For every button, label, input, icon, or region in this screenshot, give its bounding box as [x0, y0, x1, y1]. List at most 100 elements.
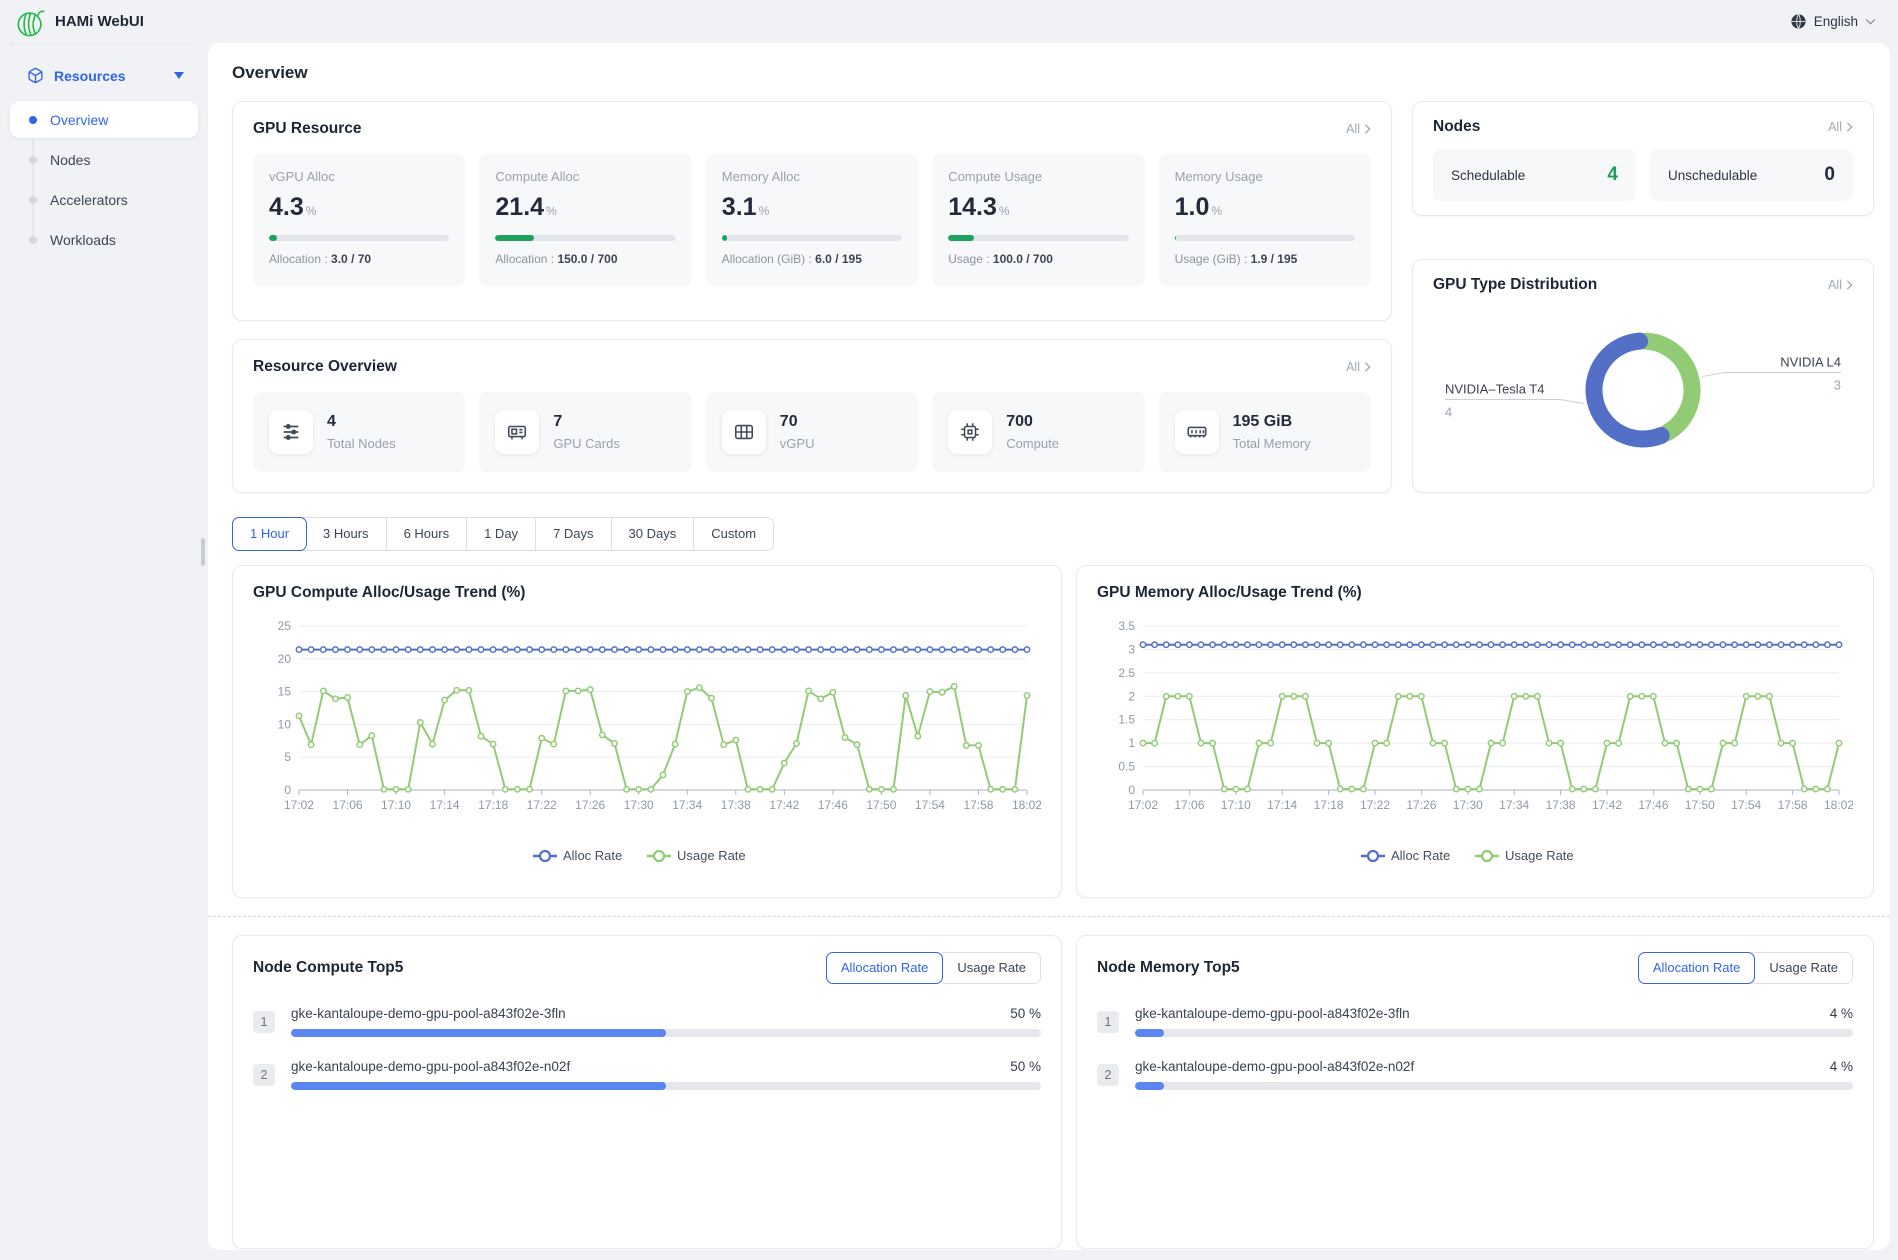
metric-progress — [948, 235, 1128, 241]
svg-text:4: 4 — [1445, 404, 1452, 419]
chevron-right-icon — [1364, 362, 1371, 372]
nodes-title: Nodes — [1433, 118, 1480, 136]
node-name: gke-kantaloupe-demo-gpu-pool-a843f02e-n0… — [291, 1059, 570, 1074]
svg-text:20: 20 — [278, 652, 292, 666]
compute-top5-toggle: Allocation Rate Usage Rate — [826, 952, 1041, 984]
svg-text:17:54: 17:54 — [1731, 798, 1761, 812]
top5-row: 2 gke-kantaloupe-demo-gpu-pool-a843f02e-… — [253, 1059, 1041, 1090]
compute-chip-icon — [948, 410, 992, 454]
gpu-resource-card: GPU Resource All vGPU Alloc 4.3% Allocat… — [232, 101, 1392, 321]
resource-overview-all-link[interactable]: All — [1346, 360, 1371, 374]
chevron-right-icon — [1364, 124, 1371, 134]
svg-text:17:34: 17:34 — [672, 798, 702, 812]
node-name: gke-kantaloupe-demo-gpu-pool-a843f02e-3f… — [291, 1006, 566, 1021]
tab-6-hours[interactable]: 6 Hours — [387, 518, 468, 550]
node-name: gke-kantaloupe-demo-gpu-pool-a843f02e-3f… — [1135, 1006, 1410, 1021]
rank-badge: 2 — [253, 1064, 275, 1086]
gpu-resource-all-link[interactable]: All — [1346, 122, 1371, 136]
sidebar-section-label: Resources — [54, 68, 126, 84]
nodes-all-link[interactable]: All — [1828, 120, 1853, 134]
sidebar-collapse-handle[interactable] — [201, 538, 205, 566]
box-icon — [27, 67, 44, 84]
svg-text:3: 3 — [1834, 378, 1841, 393]
gpu-cards-icon — [495, 410, 539, 454]
gpu-type-all-link[interactable]: All — [1828, 278, 1853, 292]
svg-text:17:58: 17:58 — [963, 798, 993, 812]
metric-footer: Allocation (GiB) : 6.0 / 195 — [722, 252, 902, 266]
svg-text:17:10: 17:10 — [381, 798, 411, 812]
section-divider — [208, 916, 1890, 917]
svg-text:15: 15 — [278, 685, 292, 699]
svg-text:1.5: 1.5 — [1118, 713, 1135, 727]
metric-value: 1.0% — [1175, 193, 1355, 222]
memory-allocation-rate-button[interactable]: Allocation Rate — [1638, 952, 1755, 984]
svg-text:2: 2 — [1128, 689, 1135, 703]
sidebar-item-accelerators[interactable]: Accelerators — [10, 181, 198, 218]
node-compute-top5-card: Node Compute Top5 Allocation Rate Usage … — [232, 935, 1062, 1249]
tab-7-days[interactable]: 7 Days — [536, 518, 611, 550]
metric-compute-alloc: Compute Alloc 21.4% Allocation : 150.0 /… — [479, 154, 691, 286]
compute-allocation-rate-button[interactable]: Allocation Rate — [826, 952, 943, 984]
node-value: 50 % — [1010, 1006, 1041, 1021]
svg-text:17:42: 17:42 — [1592, 798, 1622, 812]
svg-text:NVIDIA–Tesla T4: NVIDIA–Tesla T4 — [1445, 381, 1544, 396]
sidebar-item-nodes[interactable]: Nodes — [10, 141, 198, 178]
page-title: Overview — [232, 63, 1874, 83]
unschedulable-tile: Unschedulable 0 — [1650, 149, 1853, 201]
gpu-type-donut-chart: NVIDIA L43NVIDIA–Tesla T44 — [1433, 298, 1853, 475]
svg-text:17:10: 17:10 — [1221, 798, 1251, 812]
svg-text:3: 3 — [1128, 642, 1135, 656]
memory-trend-title: GPU Memory Alloc/Usage Trend (%) — [1097, 584, 1362, 601]
svg-text:0: 0 — [284, 783, 291, 797]
stat-label: Total Nodes — [327, 436, 396, 451]
svg-text:17:18: 17:18 — [1314, 798, 1344, 812]
svg-text:17:38: 17:38 — [721, 798, 751, 812]
svg-text:17:50: 17:50 — [1685, 798, 1715, 812]
tab-3-hours[interactable]: 3 Hours — [306, 518, 387, 550]
sidebar-section-resources[interactable]: Resources — [0, 53, 208, 98]
tab-custom[interactable]: Custom — [694, 518, 773, 550]
memory-top5-title: Node Memory Top5 — [1097, 959, 1240, 977]
gpu-type-distribution-card: GPU Type Distribution All NVIDIA L43NVID… — [1412, 259, 1874, 493]
svg-text:0.5: 0.5 — [1118, 760, 1135, 774]
compute-usage-rate-button[interactable]: Usage Rate — [943, 952, 1041, 984]
svg-text:17:02: 17:02 — [1128, 798, 1158, 812]
metric-vgpu-alloc: vGPU Alloc 4.3% Allocation : 3.0 / 70 — [253, 154, 465, 286]
total-memory-icon — [1175, 410, 1219, 454]
memory-usage-rate-button[interactable]: Usage Rate — [1755, 952, 1853, 984]
unschedulable-value: 0 — [1824, 164, 1835, 186]
svg-text:17:06: 17:06 — [333, 798, 363, 812]
globe-icon — [1790, 13, 1807, 30]
chevron-right-icon — [1846, 280, 1853, 290]
language-selector[interactable]: English — [1790, 13, 1876, 30]
stat-label: vGPU — [780, 436, 815, 451]
stat-label: Total Memory — [1233, 436, 1311, 451]
schedulable-tile: Schedulable 4 — [1433, 149, 1636, 201]
metric-footer: Usage : 100.0 / 700 — [948, 252, 1128, 266]
svg-text:17:14: 17:14 — [430, 798, 460, 812]
stat-vgpu: 70 vGPU — [706, 392, 918, 472]
sidebar-item-workloads[interactable]: Workloads — [10, 221, 198, 258]
sidebar-item-overview[interactable]: Overview — [10, 101, 198, 138]
node-name: gke-kantaloupe-demo-gpu-pool-a843f02e-n0… — [1135, 1059, 1414, 1074]
bullet-dot-icon — [29, 156, 37, 164]
bullet-dot-icon — [29, 236, 37, 244]
bullet-dot-icon — [29, 116, 37, 124]
tab-30-days[interactable]: 30 Days — [612, 518, 695, 550]
compute-trend-title: GPU Compute Alloc/Usage Trend (%) — [253, 584, 525, 601]
nodes-card: Nodes All Schedulable 4 Unschedulable — [1412, 101, 1874, 216]
stat-label: Compute — [1006, 436, 1059, 451]
stat-gpu-cards: 7 GPU Cards — [479, 392, 691, 472]
svg-text:17:26: 17:26 — [1406, 798, 1436, 812]
metric-progress — [495, 235, 675, 241]
tab-1-day[interactable]: 1 Day — [467, 518, 536, 550]
svg-text:18:02: 18:02 — [1012, 798, 1041, 812]
tab-1-hour[interactable]: 1 Hour — [232, 517, 307, 551]
svg-text:17:46: 17:46 — [1638, 798, 1668, 812]
gpu-resource-title: GPU Resource — [253, 120, 362, 138]
metric-value: 14.3% — [948, 193, 1128, 222]
svg-text:17:46: 17:46 — [818, 798, 848, 812]
metric-value: 3.1% — [722, 193, 902, 222]
rank-badge: 2 — [1097, 1064, 1119, 1086]
rank-badge: 1 — [1097, 1011, 1119, 1033]
